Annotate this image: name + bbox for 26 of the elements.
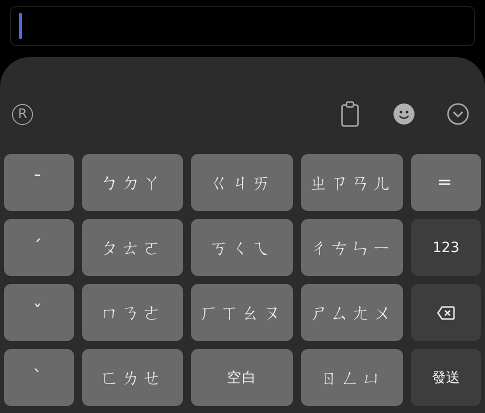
keyboard-key[interactable]: ㄈㄌㄝ xyxy=(82,349,183,406)
backspace-icon xyxy=(437,306,455,320)
keyboard-key[interactable]: ㄎㄑㄟ xyxy=(191,219,293,276)
emoji-icon[interactable] xyxy=(393,103,415,125)
keyboard-key[interactable]: 發送 xyxy=(411,349,481,406)
keyboard-key[interactable]: ㄔㄘㄣㄧ xyxy=(301,219,403,276)
keyboard-key[interactable]: ˊ xyxy=(4,219,74,276)
input-field[interactable] xyxy=(10,6,475,46)
keyboard-key[interactable]: ˉ xyxy=(4,154,74,211)
chevron-down-icon[interactable] xyxy=(447,103,469,125)
keyboard-key[interactable]: ㄇㄋㄜ xyxy=(82,284,183,341)
keyboard-key[interactable]: ˇ xyxy=(4,284,74,341)
keyboard-key[interactable]: ㄆㄊㄛ xyxy=(82,219,183,276)
keyboard-key[interactable]: ㄅㄉㄚ xyxy=(82,154,183,211)
keyboard-key[interactable]: 123 xyxy=(411,219,481,276)
keyboard-key[interactable]: = xyxy=(411,154,481,211)
backspace-key[interactable] xyxy=(411,284,481,341)
space-key[interactable]: 空白 xyxy=(191,349,293,406)
keyboard-key[interactable]: ˋ xyxy=(4,349,74,406)
keyboard-key[interactable]: ㄕㄙㄤㄨ xyxy=(301,284,403,341)
keyboard-key[interactable]: ㄖㄥㄩ xyxy=(301,349,403,406)
mode-button[interactable]: R xyxy=(12,104,33,124)
keyboard-key[interactable]: ㄍㄐㄞ xyxy=(191,154,293,211)
keyboard-key[interactable]: ㄏㄒㄠㄡ xyxy=(191,284,293,341)
clipboard-icon[interactable] xyxy=(339,101,361,127)
keyboard-key[interactable]: ㄓㄗㄢㄦ xyxy=(301,154,403,211)
